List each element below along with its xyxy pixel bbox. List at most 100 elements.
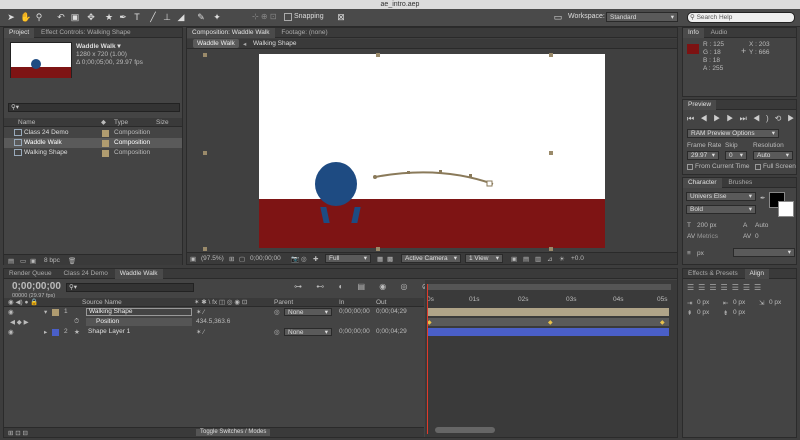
eyedropper-icon[interactable]: ✒ xyxy=(760,194,765,202)
kerning-value[interactable]: Metrics xyxy=(697,233,718,240)
prev-frame-icon[interactable]: ◀ xyxy=(700,114,713,123)
layer-handle[interactable] xyxy=(203,247,207,251)
tab-class-24-demo[interactable]: Class 24 Demo xyxy=(58,269,112,279)
leading-value[interactable]: Auto xyxy=(755,222,768,229)
first-line-value[interactable]: 0 px xyxy=(769,299,781,306)
play-icon[interactable]: ▶ xyxy=(713,114,726,123)
footer-icons[interactable]: ⊞ ⊡ ⊟ xyxy=(8,429,28,437)
layer-handle[interactable] xyxy=(549,247,553,251)
column-parent[interactable]: Parent xyxy=(274,299,293,306)
label-swatch[interactable] xyxy=(102,130,109,137)
time-ruler[interactable]: 0s 01s 02s 03s 04s 05s xyxy=(425,294,675,306)
workspace-dropdown[interactable]: Standard ▾ xyxy=(606,12,678,22)
space-after-value[interactable]: 0 px xyxy=(733,309,745,316)
project-item[interactable]: Walking Shape Composition xyxy=(4,148,182,158)
space-before-value[interactable]: 0 px xyxy=(697,309,709,316)
indent-left-value[interactable]: 0 px xyxy=(697,299,709,306)
tab-preview[interactable]: Preview xyxy=(683,100,717,110)
snap-options-icon[interactable]: ⊠ xyxy=(336,12,346,22)
eraser-tool-icon[interactable]: ◢ xyxy=(176,12,186,22)
column-source-name[interactable]: Source Name xyxy=(82,299,122,306)
shape-tool-icon[interactable]: ★ xyxy=(104,12,114,22)
stroke-width-units[interactable]: px xyxy=(697,250,704,257)
full-screen-checkbox[interactable] xyxy=(755,164,761,170)
work-area-bar[interactable] xyxy=(427,284,671,290)
breadcrumb-waddle-walk[interactable]: Waddle Walk xyxy=(193,39,239,48)
timeline-search-input[interactable]: ⚲▾ xyxy=(66,283,194,292)
label-swatch[interactable] xyxy=(102,150,109,157)
motion-path[interactable] xyxy=(369,168,499,190)
always-preview-icon[interactable]: ▣ xyxy=(190,255,196,263)
tab-project[interactable]: Project xyxy=(4,28,35,38)
table-row[interactable]: ◀ ◆ ▶ ⏱ Position 434.5,363.6 xyxy=(4,318,424,327)
resolution-dropdown[interactable]: Full ▾ xyxy=(325,254,371,263)
tab-brushes[interactable]: Brushes xyxy=(723,178,757,188)
snapshot-icon[interactable]: 📷 xyxy=(291,255,299,263)
tab-effect-controls[interactable]: Effect Controls: Walking Shape xyxy=(36,28,136,38)
column-in[interactable]: In xyxy=(339,299,344,306)
hand-tool-icon[interactable]: ✋ xyxy=(20,12,31,22)
tab-effects-presets[interactable]: Effects & Presets xyxy=(683,269,743,279)
table-row[interactable]: ◉ ▾ 1 Walking Shape ✶ ⁄ ◎ None ▾ 0;00;00;… xyxy=(4,308,424,317)
label-swatch[interactable] xyxy=(52,329,59,336)
character-ball[interactable] xyxy=(315,162,357,206)
selection-tool-icon[interactable]: ➤ xyxy=(6,12,16,22)
video-toggle-icon[interactable]: ◉ xyxy=(8,328,14,336)
toggle-pixel-icon[interactable]: ▣ xyxy=(511,255,517,263)
tab-render-queue[interactable]: Render Queue xyxy=(4,269,57,279)
current-time-indicator[interactable] xyxy=(427,284,428,434)
puppet-tool-icon[interactable]: ✦ xyxy=(212,12,222,22)
layer-handle[interactable] xyxy=(203,151,207,155)
layer-handle[interactable] xyxy=(203,53,207,57)
layer-out-time[interactable]: 0;00;04;29 xyxy=(376,308,407,315)
view-layout-dropdown[interactable]: 1 View ▾ xyxy=(465,254,503,263)
layer-in-time[interactable]: 0;00;00;00 xyxy=(339,328,370,335)
font-style-dropdown[interactable]: Bold ▾ xyxy=(686,205,756,214)
label-column-icon[interactable]: ◆ xyxy=(101,118,106,126)
rotate-tool-icon[interactable]: ↶ xyxy=(56,12,66,22)
new-folder-icon[interactable]: ▭ xyxy=(20,257,26,265)
keyframe[interactable]: ◆ xyxy=(548,319,553,326)
pen-tool-icon[interactable]: ✒ xyxy=(118,12,128,22)
font-size-value[interactable]: 200 px xyxy=(697,222,717,229)
mute-icon[interactable]: ◀) xyxy=(753,114,775,123)
skip-dropdown[interactable]: 0 ▾ xyxy=(725,151,747,160)
parent-pick-icon[interactable]: ◎ xyxy=(274,328,280,336)
zoom-tool-icon[interactable]: ⚲ xyxy=(34,12,44,22)
layer-switches[interactable]: ✶ ⁄ xyxy=(196,308,204,316)
from-current-checkbox[interactable] xyxy=(687,164,693,170)
zoom-value[interactable]: (97.5%) xyxy=(201,255,224,262)
camera-dropdown[interactable]: Active Camera ▾ xyxy=(401,254,461,263)
search-help-input[interactable]: ⚲ Search Help xyxy=(687,12,795,23)
workspace-icon[interactable]: ▭ xyxy=(553,12,563,22)
tab-align[interactable]: Align xyxy=(744,269,770,279)
video-toggle-icon[interactable]: ◉ xyxy=(8,308,14,316)
project-item[interactable]: Waddle Walk Composition xyxy=(4,138,182,148)
exposure-icon[interactable]: ☀ xyxy=(559,255,565,263)
stroke-color-swatch[interactable] xyxy=(778,201,794,217)
channel-icon[interactable]: ✚ xyxy=(313,255,318,263)
layer-handle[interactable] xyxy=(376,53,380,57)
layer-bar[interactable] xyxy=(427,308,669,316)
frame-rate-dropdown[interactable]: 29.97 ▾ xyxy=(687,151,719,160)
text-tool-icon[interactable]: T xyxy=(132,12,142,22)
tab-info[interactable]: Info xyxy=(683,28,704,38)
transparency-grid-icon[interactable]: ▩ xyxy=(387,255,393,263)
column-size[interactable]: Size xyxy=(156,119,169,126)
exposure-value[interactable]: +0.0 xyxy=(571,255,584,262)
tab-character[interactable]: Character xyxy=(683,178,722,188)
ram-preview-options-dropdown[interactable]: RAM Preview Options ▾ xyxy=(687,129,779,138)
camera-tool-icon[interactable]: ▣ xyxy=(70,12,80,22)
timeline-timecode[interactable]: 0;00;00;00 xyxy=(12,281,61,292)
column-type[interactable]: Type xyxy=(114,119,128,126)
clone-tool-icon[interactable]: ⊥ xyxy=(162,12,172,22)
zoom-slider[interactable] xyxy=(435,427,495,433)
tab-footage[interactable]: Footage: (none) xyxy=(276,28,332,38)
tab-waddle-walk[interactable]: Waddle Walk xyxy=(114,269,163,279)
fast-preview-icon[interactable]: ▤ xyxy=(523,255,529,263)
font-family-dropdown[interactable]: Univers Else ▾ xyxy=(686,192,756,201)
timeline-icon[interactable]: ▥ xyxy=(535,255,541,263)
first-frame-icon[interactable]: ⏮ xyxy=(687,114,700,123)
indent-right-value[interactable]: 0 px xyxy=(733,299,745,306)
layer-handle[interactable] xyxy=(549,53,553,57)
